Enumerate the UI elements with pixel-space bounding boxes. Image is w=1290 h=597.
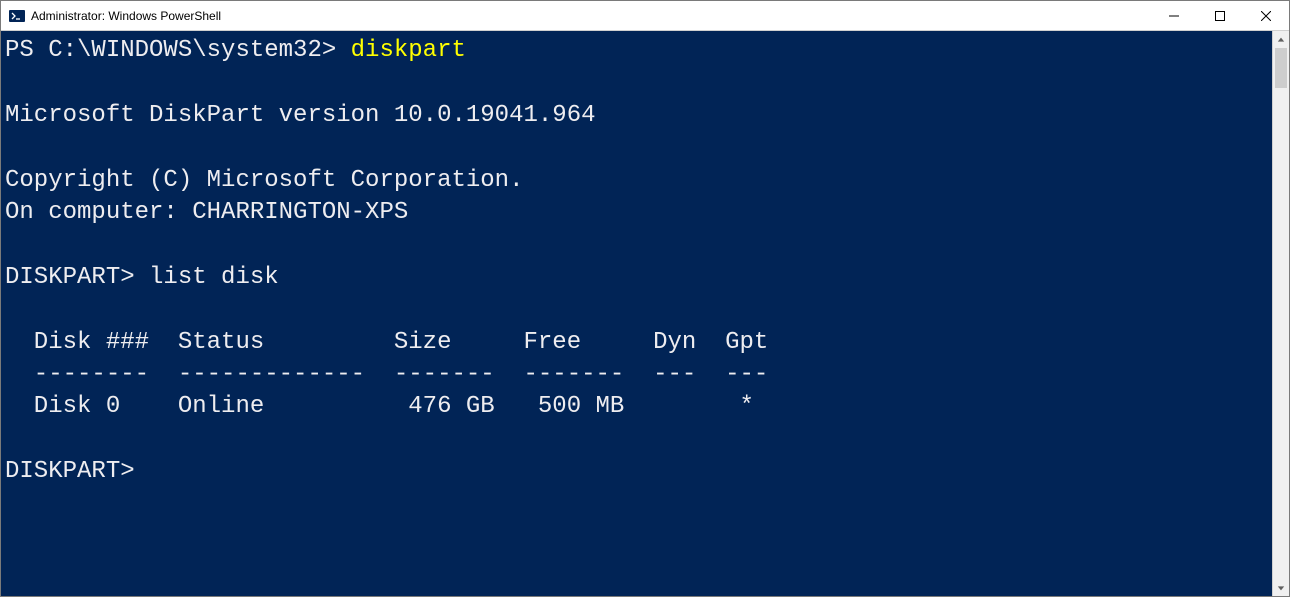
window-title: Administrator: Windows PowerShell [31,1,221,31]
diskpart-prompt-listdisk: DISKPART> list disk [5,264,279,291]
scroll-track[interactable] [1273,48,1289,579]
cursor [149,459,161,485]
scroll-down-button[interactable] [1273,579,1289,596]
ps-prompt: PS C:\WINDOWS\system32> [5,37,351,64]
powershell-icon [9,8,25,24]
vertical-scrollbar[interactable] [1272,31,1289,596]
table-header: Disk ### Status Size Free Dyn Gpt [5,329,768,356]
close-button[interactable] [1243,1,1289,31]
powershell-window: Administrator: Windows PowerShell PS C:\… [0,0,1290,597]
copyright-line: Copyright (C) Microsoft Corporation. [5,167,523,194]
scroll-up-button[interactable] [1273,31,1289,48]
titlebar[interactable]: Administrator: Windows PowerShell [1,1,1289,31]
command-diskpart: diskpart [351,37,466,64]
window-controls [1151,1,1289,31]
client-area: PS C:\WINDOWS\system32> diskpart Microso… [1,31,1289,596]
minimize-button[interactable] [1151,1,1197,31]
diskpart-prompt: DISKPART> [5,458,149,485]
table-row: Disk 0 Online 476 GB 500 MB * [5,393,754,420]
terminal-output[interactable]: PS C:\WINDOWS\system32> diskpart Microso… [1,31,1272,596]
diskpart-version: Microsoft DiskPart version 10.0.19041.96… [5,102,596,129]
maximize-button[interactable] [1197,1,1243,31]
table-divider: -------- ------------- ------- ------- -… [5,361,768,388]
computer-line: On computer: CHARRINGTON-XPS [5,199,408,226]
scroll-thumb[interactable] [1275,48,1287,88]
